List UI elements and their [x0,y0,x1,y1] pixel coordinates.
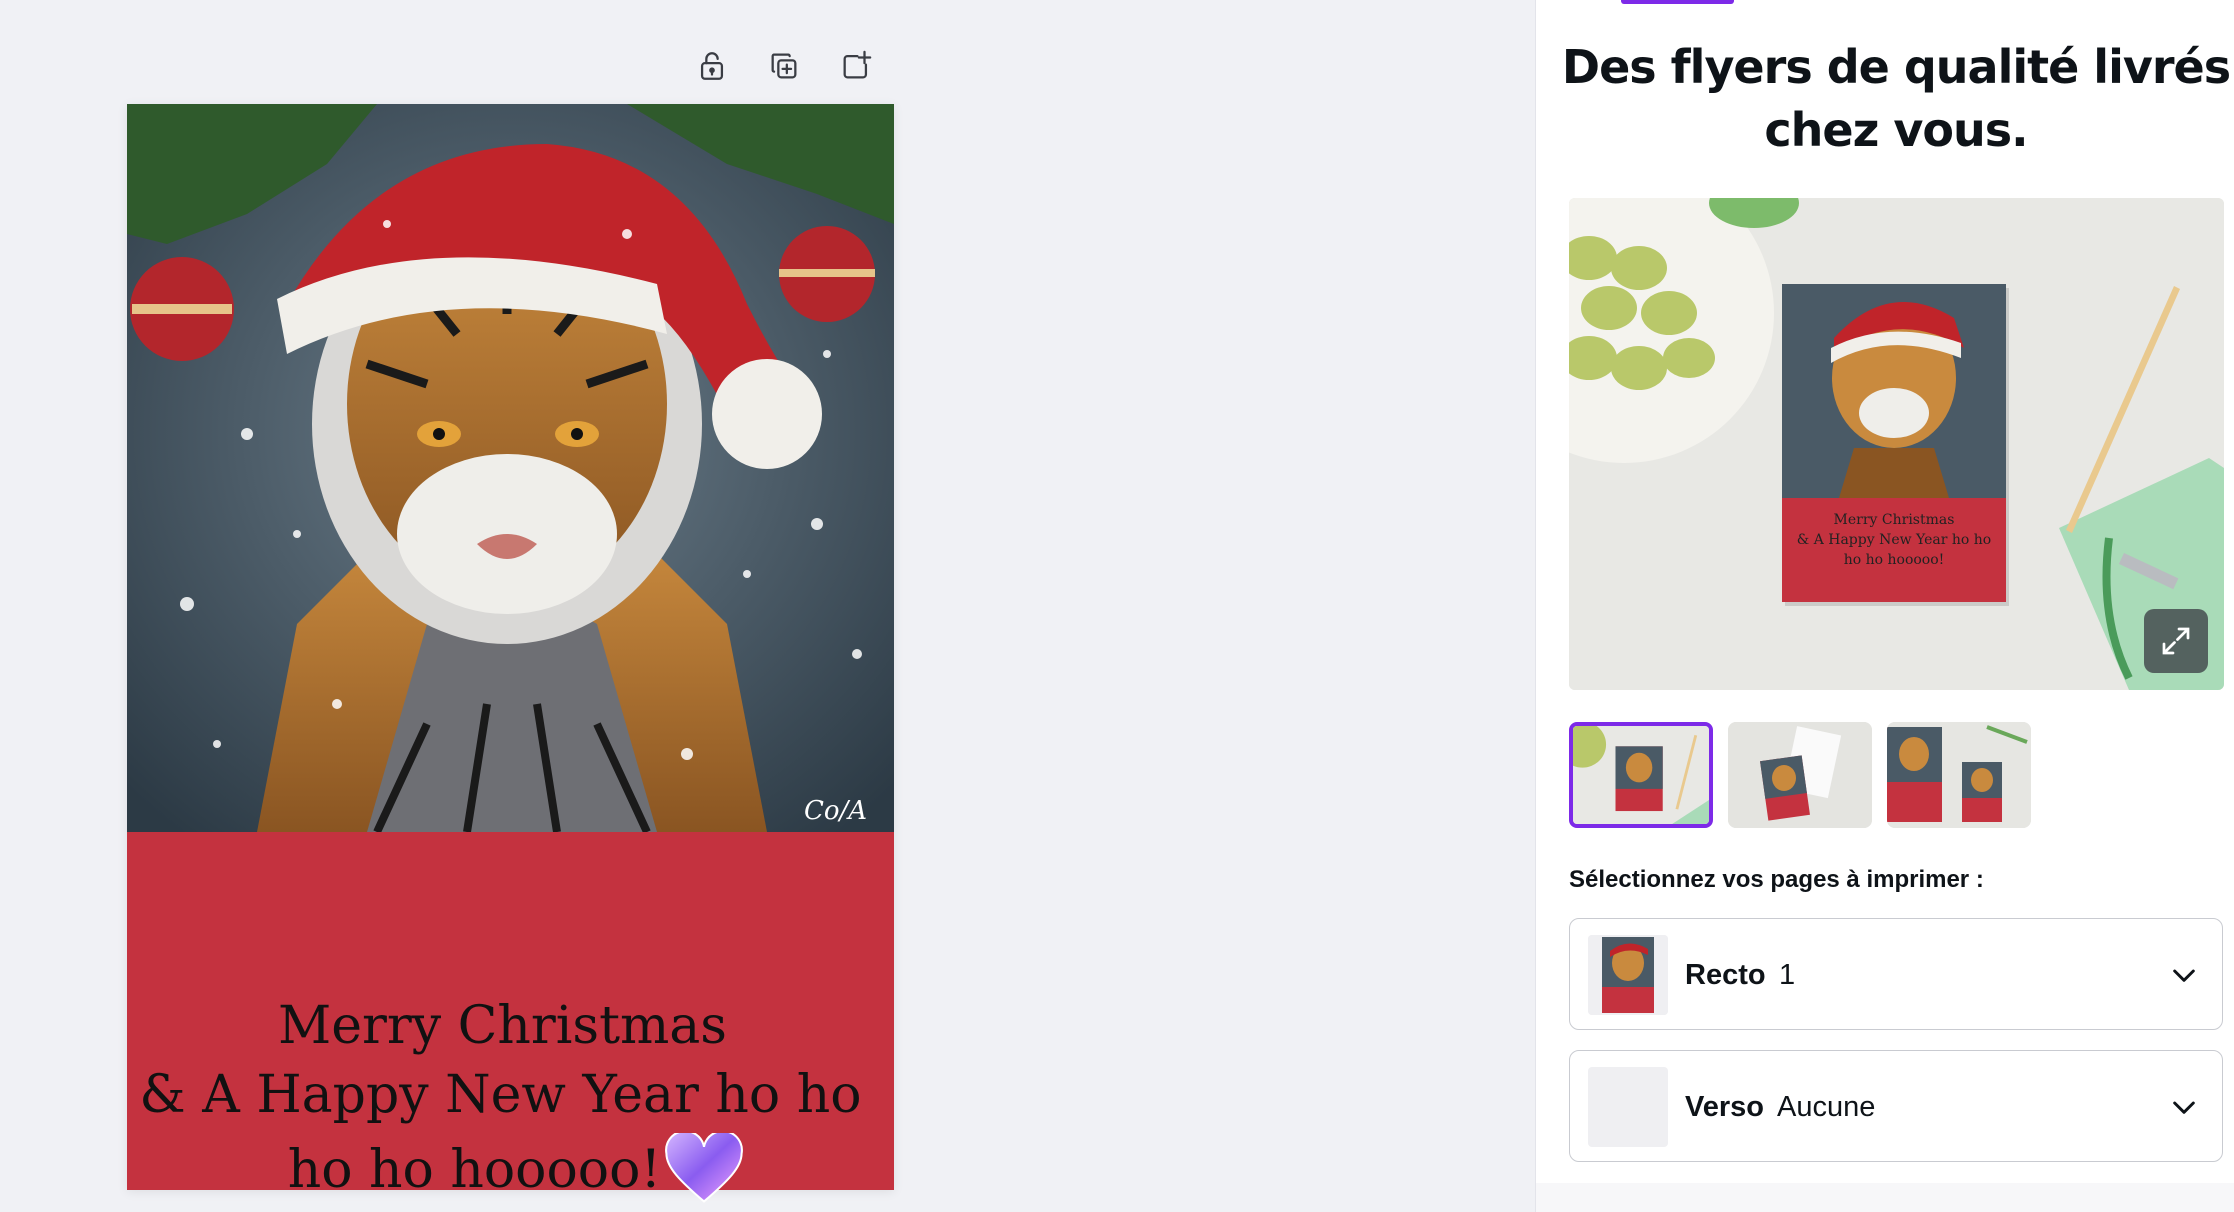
product-preview-image[interactable]: Merry Christmas & A Happy New Year ho ho… [1569,198,2224,690]
verso-page-thumbnail [1588,1067,1668,1147]
design-page[interactable]: Co/A Merry Christmas & A Happy New Year … [127,104,894,1203]
thumbnail-1-image [1573,726,1709,824]
add-page-icon [843,50,872,79]
recto-page-thumbnail [1588,935,1668,1015]
tiger-artwork-image[interactable]: Co/A [127,104,894,832]
greeting-line-2: & A Happy New Year ho ho [139,1065,862,1125]
preview-thumbnails [1569,722,2031,828]
lock-open-icon [700,52,724,80]
print-panel: Des flyers de qualité livrés chez vous. [1535,0,2234,1212]
lock-button[interactable] [690,44,734,88]
add-page-button[interactable] [834,44,878,88]
verso-label: Verso [1685,1091,1764,1123]
recto-thumbnail-image [1588,935,1668,1015]
preview-card-text: Merry Christmas & A Happy New Year ho ho… [1782,510,2006,570]
tiger-illustration: Co/A [127,104,894,832]
thumbnail-2-image [1728,722,1872,828]
page-toolbar [690,44,878,88]
greeting-line-1: Merry Christmas [278,996,727,1056]
active-tab-indicator [1621,0,1734,4]
expand-preview-button[interactable] [2144,609,2208,673]
card-greeting-text[interactable]: Merry Christmas & A Happy New Year ho ho… [127,832,894,1203]
thumbnail-3-image [1887,722,2031,828]
thumbnail-2[interactable] [1728,722,1872,828]
panel-title: Des flyers de qualité livrés chez vous. [1536,36,2234,162]
recto-page-select[interactable]: Recto 1 [1569,918,2223,1030]
recto-value: 1 [1779,959,1796,991]
preview-text-line-2: & A Happy New Year ho ho [1796,532,1992,548]
holographic-heart-icon [665,1133,744,1203]
duplicate-page-icon [771,53,797,79]
thumbnail-3[interactable] [1887,722,2031,828]
preview-text-line-1: Merry Christmas [1833,512,1955,528]
panel-title-line-1: Des flyers de qualité livrés [1561,40,2231,94]
chevron-down-icon [2173,1101,2195,1114]
select-pages-label: Sélectionnez vos pages à imprimer : [1569,866,1984,893]
thumbnail-1[interactable] [1569,722,1713,828]
greeting-line-3: ho ho hooooo! [133,1133,900,1205]
verso-value: Aucune [1777,1091,1876,1123]
expand-icon [2162,627,2190,655]
artist-signature: Co/A [804,796,867,826]
panel-footer-strip [1536,1183,2234,1212]
chevron-down-icon [2173,969,2195,982]
panel-title-line-2: chez vous. [1764,103,2028,157]
flyer-mockup-illustration [1569,198,2224,690]
verso-page-select[interactable]: Verso Aucune [1569,1050,2223,1162]
duplicate-page-button[interactable] [762,44,806,88]
recto-label: Recto [1685,959,1766,991]
preview-text-line-3: ho ho hooooo! [1843,552,1945,568]
